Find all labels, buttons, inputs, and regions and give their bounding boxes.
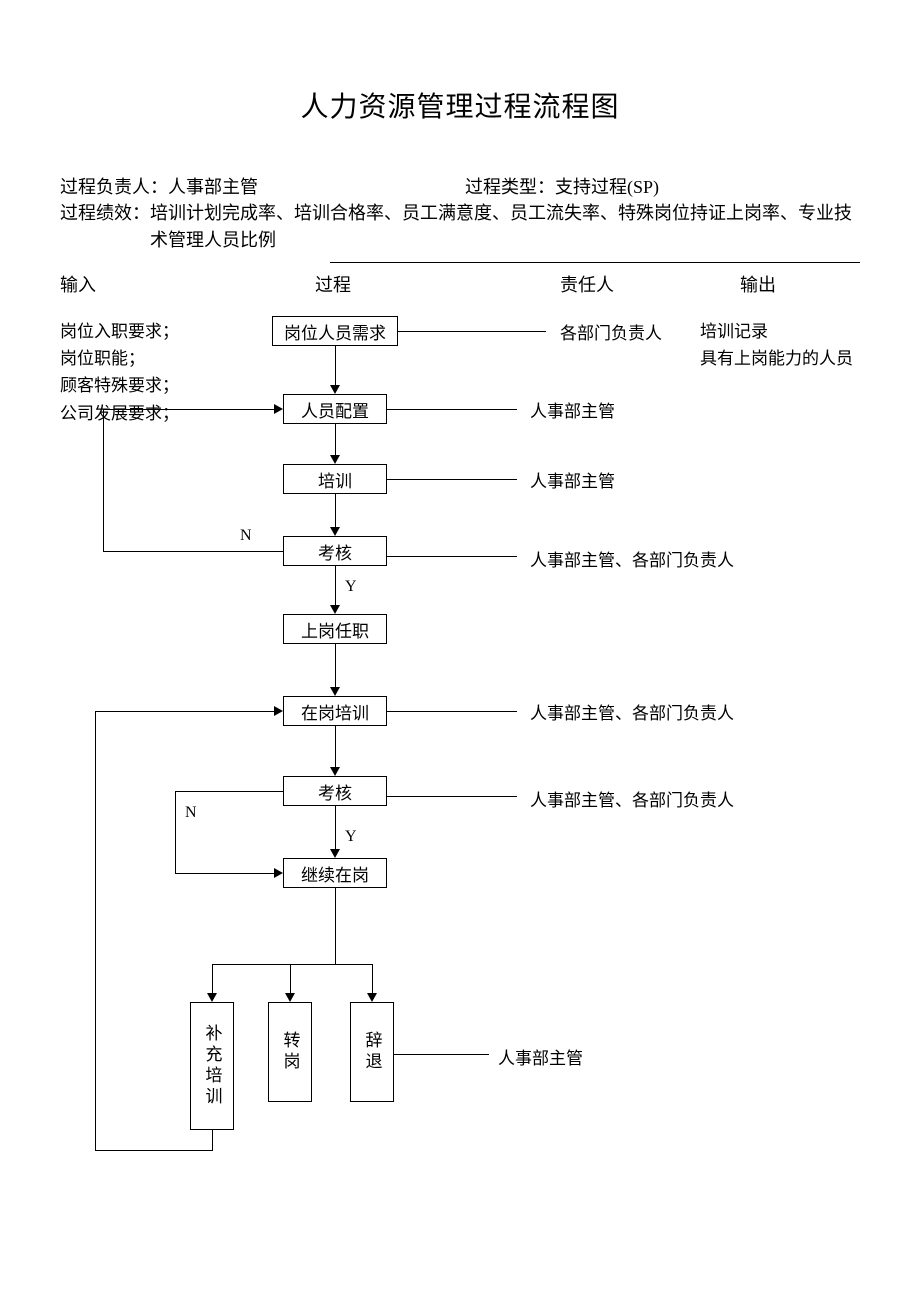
resp-r6: 人事部主管、各部门负责人	[530, 699, 734, 724]
connector	[394, 1054, 489, 1055]
label-y1: Y	[345, 578, 357, 596]
connector	[387, 409, 517, 410]
connector	[335, 346, 336, 386]
connector	[387, 479, 517, 480]
inputs-block: 岗位入职要求； 岗位职能； 顾客特殊要求； 公司发展要求；	[60, 318, 179, 427]
connector	[175, 873, 275, 874]
label-y2: Y	[345, 828, 357, 846]
resp-r7: 人事部主管、各部门负责人	[530, 786, 734, 811]
output-line: 培训记录	[700, 318, 853, 345]
node-need: 岗位人员需求	[272, 316, 398, 346]
connector	[212, 1130, 213, 1150]
connector	[335, 806, 336, 850]
node-dismiss: 辞退	[350, 1002, 394, 1102]
connector	[175, 791, 283, 792]
page-title: 人力资源管理过程流程图	[0, 85, 920, 125]
resp-r11: 人事部主管	[498, 1044, 583, 1069]
section-rule	[330, 262, 860, 263]
meta-owner: 过程负责人：人事部主管	[60, 173, 258, 199]
page: 人力资源管理过程流程图 过程负责人：人事部主管 过程类型：支持过程(SP) 过程…	[0, 0, 920, 1301]
connector	[103, 551, 283, 552]
connector	[290, 964, 291, 994]
arrow-down-icon	[330, 849, 340, 858]
node-continue: 继续在岗	[283, 858, 387, 888]
node-supp-train: 补充培训	[190, 1002, 234, 1130]
resp-r3: 人事部主管	[530, 467, 615, 492]
input-line: 岗位职能；	[60, 345, 179, 372]
node-train: 培训	[283, 464, 387, 494]
connector	[335, 726, 336, 768]
col-input: 输入	[60, 271, 96, 297]
arrow-right-icon	[274, 868, 283, 878]
arrow-right-icon	[274, 706, 283, 716]
output-line: 具有上岗能力的人员	[700, 345, 853, 372]
connector	[335, 644, 336, 688]
label-n2: N	[185, 804, 197, 822]
connector	[335, 424, 336, 456]
node-staff: 人员配置	[283, 394, 387, 424]
node-rotate: 转岗	[268, 1002, 312, 1102]
node-onpost: 上岗任职	[283, 614, 387, 644]
meta-type: 过程类型：支持过程(SP)	[465, 173, 659, 199]
arrow-down-icon	[285, 993, 295, 1002]
resp-r2: 人事部主管	[530, 397, 615, 422]
connector	[175, 791, 176, 873]
arrow-down-icon	[330, 455, 340, 464]
input-line: 公司发展要求；	[60, 400, 179, 427]
arrow-down-icon	[207, 993, 217, 1002]
connector	[95, 711, 275, 712]
label-n1: N	[240, 527, 252, 545]
connector	[103, 409, 275, 410]
connector	[387, 556, 517, 557]
arrow-down-icon	[330, 605, 340, 614]
connector	[335, 566, 336, 606]
arrow-right-icon	[274, 404, 283, 414]
meta-performance: 过程绩效：培训计划完成率、培训合格率、员工满意度、员工流失率、特殊岗位持证上岗率…	[60, 200, 860, 254]
node-ojt: 在岗培训	[283, 696, 387, 726]
connector	[95, 1150, 213, 1151]
connector	[103, 409, 104, 551]
node-assess2: 考核	[283, 776, 387, 806]
meta-perf-l1: 培训计划完成率、培训合格率、员工满意度、员工流失率、特殊岗位持证上岗率、专业技	[150, 203, 852, 223]
connector	[212, 964, 213, 994]
connector	[387, 796, 517, 797]
input-line: 岗位入职要求；	[60, 318, 179, 345]
arrow-down-icon	[330, 385, 340, 394]
col-owner: 责任人	[560, 271, 614, 297]
arrow-down-icon	[330, 687, 340, 696]
arrow-down-icon	[330, 767, 340, 776]
input-line: 顾客特殊要求；	[60, 372, 179, 399]
resp-r4: 人事部主管、各部门负责人	[530, 546, 734, 571]
arrow-down-icon	[330, 527, 340, 536]
connector	[212, 964, 373, 965]
node-assess1: 考核	[283, 536, 387, 566]
outputs-block: 培训记录 具有上岗能力的人员	[700, 318, 853, 372]
col-output: 输出	[740, 271, 776, 297]
meta-perf-l2: 术管理人员比例	[150, 227, 860, 254]
connector	[372, 964, 373, 994]
col-process: 过程	[315, 271, 351, 297]
connector	[387, 711, 517, 712]
connector	[335, 494, 336, 528]
connector	[398, 331, 546, 332]
resp-r1: 各部门负责人	[560, 319, 662, 344]
meta-perf-prefix: 过程绩效：	[60, 203, 150, 223]
connector	[95, 711, 96, 1150]
connector	[335, 888, 336, 964]
arrow-down-icon	[367, 993, 377, 1002]
